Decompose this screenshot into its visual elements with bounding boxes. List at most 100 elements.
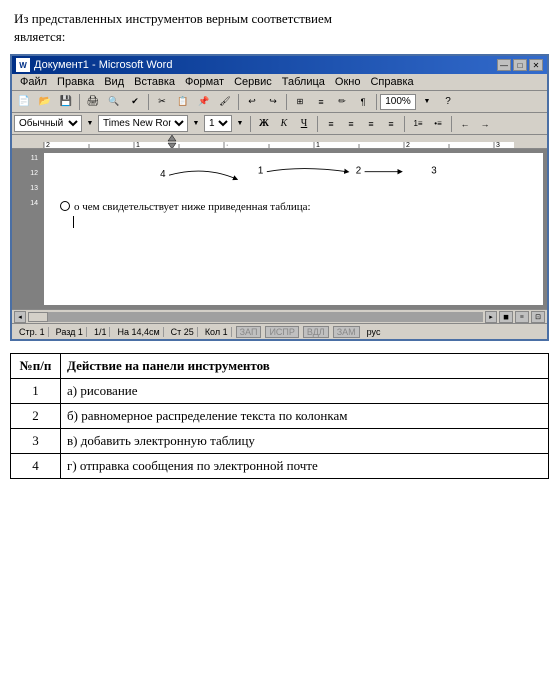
status-pos: На 14,4см — [114, 327, 163, 337]
show-para-button[interactable]: ¶ — [353, 93, 373, 111]
fmt-sep3 — [404, 116, 405, 132]
text-cursor — [73, 216, 74, 228]
row1-num: 1 — [11, 379, 61, 404]
svg-text:4: 4 — [160, 169, 166, 180]
arrows-svg: 4 1 2 3 — [60, 161, 527, 193]
table-row: 1 а) рисование — [11, 379, 549, 404]
style-dropdown-btn[interactable]: ▼ — [84, 115, 96, 133]
row1-action: а) рисование — [61, 379, 549, 404]
status-track: ИСПР — [265, 326, 298, 338]
font-select[interactable]: Times New Roman — [98, 115, 188, 132]
normal-view-btn[interactable]: ◼ — [499, 311, 513, 323]
print-preview-button[interactable]: 🔍 — [104, 93, 124, 111]
align-right-button[interactable]: ≡ — [362, 115, 380, 132]
radio-symbol — [60, 201, 70, 211]
scroll-track[interactable] — [28, 312, 483, 322]
separator2 — [148, 94, 149, 110]
svg-text:1: 1 — [258, 166, 263, 177]
table-row: 2 б) равномерное распределение текста по… — [11, 404, 549, 429]
close-button[interactable]: ✕ — [529, 59, 543, 71]
justify-button[interactable]: ≡ — [382, 115, 400, 132]
header-num: №п/п — [11, 354, 61, 379]
status-extend: ВДЛ — [303, 326, 329, 338]
svg-text:3: 3 — [496, 142, 500, 149]
decrease-indent-button[interactable]: ← — [456, 115, 474, 132]
ruler: 2 1 · 1 2 3 — [12, 135, 547, 149]
minimize-button[interactable]: — — [497, 59, 511, 71]
outline-view-btn[interactable]: ≡ — [515, 311, 529, 323]
row4-num: 4 — [11, 454, 61, 479]
increase-indent-button[interactable]: → — [476, 115, 494, 132]
maximize-button[interactable]: □ — [513, 59, 527, 71]
scroll-thumb — [28, 312, 48, 322]
format-toolbar: Обычный ▼ Times New Roman ▼ 12 ▼ Ж К Ч ≡… — [12, 113, 547, 135]
menu-window[interactable]: Окно — [331, 75, 365, 89]
underline-button[interactable]: Ч — [295, 115, 313, 132]
bold-button[interactable]: Ж — [255, 115, 273, 132]
table-button[interactable]: ⊞ — [290, 93, 310, 111]
font-dropdown-btn[interactable]: ▼ — [190, 115, 202, 133]
scroll-left-btn[interactable]: ◂ — [14, 311, 26, 323]
separator4 — [286, 94, 287, 110]
cut-button[interactable]: ✂ — [152, 93, 172, 111]
menu-file[interactable]: Файл — [16, 75, 51, 89]
menu-edit[interactable]: Правка — [53, 75, 98, 89]
print-button[interactable]: 🖨 — [83, 93, 103, 111]
fmt-sep2 — [317, 116, 318, 132]
fmt-sep4 — [451, 116, 452, 132]
svg-text:·: · — [226, 142, 228, 149]
scroll-right-btn[interactable]: ▸ — [485, 311, 497, 323]
status-col: Кол 1 — [202, 327, 232, 337]
row2-num: 2 — [11, 404, 61, 429]
svg-text:2: 2 — [46, 142, 50, 149]
separator3 — [238, 94, 239, 110]
word-statusbar: Стр. 1 Разд 1 1/1 На 14,4см Ст 25 Кол 1 … — [12, 323, 547, 339]
numbering-button[interactable]: 1≡ — [409, 115, 427, 132]
open-button[interactable]: 📂 — [35, 93, 55, 111]
layout-view-btn[interactable]: ⊡ — [531, 311, 545, 323]
copy-button[interactable]: 📋 — [173, 93, 193, 111]
menu-view[interactable]: Вид — [100, 75, 128, 89]
menu-format[interactable]: Формат — [181, 75, 228, 89]
status-lang: рус — [364, 327, 384, 337]
menu-insert[interactable]: Вставка — [130, 75, 179, 89]
drawing-button[interactable]: ✏ — [332, 93, 352, 111]
table-header-row: №п/п Действие на панели инструментов — [11, 354, 549, 379]
new-button[interactable]: 📄 — [14, 93, 34, 111]
menu-tools[interactable]: Сервис — [230, 75, 276, 89]
fmt-sep1 — [250, 116, 251, 132]
format-painter-button[interactable]: 🖌 — [215, 93, 235, 111]
word-menubar: Файл Правка Вид Вставка Формат Сервис Та… — [12, 74, 547, 91]
zoom-dropdown-button[interactable]: ▼ — [417, 93, 437, 111]
zoom-input[interactable] — [380, 94, 416, 110]
redo-button[interactable]: ↪ — [263, 93, 283, 111]
columns-button[interactable]: ≡ — [311, 93, 331, 111]
intro-section: Из представленных инструментов верным со… — [0, 0, 559, 54]
save-button[interactable]: 💾 — [56, 93, 76, 111]
status-section: Разд 1 — [53, 327, 87, 337]
svg-text:1: 1 — [316, 142, 320, 149]
size-select[interactable]: 12 — [204, 115, 232, 132]
table-row: 4 г) отправка сообщения по электронной п… — [11, 454, 549, 479]
italic-button[interactable]: К — [275, 115, 293, 132]
svg-text:2: 2 — [356, 166, 361, 177]
menu-help[interactable]: Справка — [366, 75, 417, 89]
help-button[interactable]: ? — [438, 93, 458, 111]
align-center-button[interactable]: ≡ — [342, 115, 360, 132]
status-rec: ЗАП — [236, 326, 262, 338]
word-titlebar: W Документ1 - Microsoft Word — □ ✕ — [12, 56, 547, 74]
size-dropdown-btn[interactable]: ▼ — [234, 115, 246, 133]
status-page: Стр. 1 — [16, 327, 49, 337]
style-select[interactable]: Обычный — [14, 115, 82, 132]
word-docarea[interactable]: 4 1 2 3 — [40, 149, 547, 309]
paste-button[interactable]: 📌 — [194, 93, 214, 111]
doc-text-line: о чем свидетельствует ниже приведенная т… — [60, 199, 527, 216]
spell-button[interactable]: ✔ — [125, 93, 145, 111]
data-table-container: №п/п Действие на панели инструментов 1 а… — [10, 353, 549, 479]
menu-table[interactable]: Таблица — [278, 75, 329, 89]
word-icon: W — [16, 58, 30, 72]
bullets-button[interactable]: •≡ — [429, 115, 447, 132]
align-left-button[interactable]: ≡ — [322, 115, 340, 132]
undo-button[interactable]: ↩ — [242, 93, 262, 111]
word-window: W Документ1 - Microsoft Word — □ ✕ Файл … — [10, 54, 549, 341]
